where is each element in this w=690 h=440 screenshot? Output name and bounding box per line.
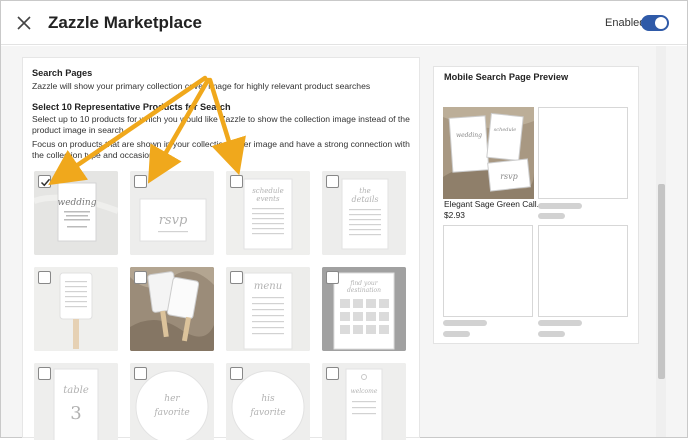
skeleton-line <box>443 331 470 337</box>
close-icon[interactable] <box>15 14 33 32</box>
enabled-toggle[interactable] <box>641 15 669 31</box>
skeleton-line <box>538 320 582 326</box>
skeleton-line <box>443 320 487 326</box>
svg-text:find your: find your <box>349 280 378 287</box>
svg-text:favorite: favorite <box>249 408 285 418</box>
svg-text:schedule: schedule <box>494 127 517 133</box>
product-checkbox[interactable] <box>134 271 147 284</box>
svg-text:rsvp: rsvp <box>500 172 518 181</box>
search-pages-heading: Search Pages <box>32 68 93 78</box>
skeleton-line <box>538 213 565 219</box>
svg-text:schedule: schedule <box>252 187 284 195</box>
preview-placeholder-card <box>443 225 533 317</box>
focus-note: Focus on products that are shown in your… <box>32 139 410 160</box>
svg-text:table: table <box>63 385 89 396</box>
svg-text:welcome: welcome <box>351 388 378 395</box>
dialog-header: Zazzle Marketplace Enabled <box>1 1 687 45</box>
product-checkbox[interactable] <box>134 175 147 188</box>
dialog-title: Zazzle Marketplace <box>48 13 203 32</box>
preview-product-price: $2.93 <box>444 210 465 220</box>
svg-text:wedding: wedding <box>456 132 482 139</box>
svg-text:rsvp: rsvp <box>159 213 188 228</box>
skeleton-line <box>538 203 582 209</box>
svg-text:favorite: favorite <box>153 408 189 418</box>
toggle-knob <box>655 17 667 29</box>
product-checkbox[interactable] <box>326 271 339 284</box>
product-checkbox[interactable] <box>230 175 243 188</box>
product-thumb-wedding[interactable]: wedding <box>34 171 118 255</box>
product-thumb-rsvp[interactable]: rsvp <box>130 171 214 255</box>
product-checkbox-checked[interactable] <box>38 175 51 188</box>
search-pages-description: Zazzle will show your primary collection… <box>32 81 371 91</box>
product-thumb-schedule[interactable]: schedule events <box>226 171 310 255</box>
product-thumb-menu[interactable]: menu <box>226 267 310 351</box>
preview-product-image: wedding schedule rsvp <box>443 107 534 199</box>
preview-placeholder-card <box>538 107 628 199</box>
svg-text:details: details <box>351 195 378 204</box>
product-thumb-seating[interactable]: find your destination <box>322 267 406 351</box>
product-checkbox[interactable] <box>230 367 243 380</box>
product-checkbox[interactable] <box>134 367 147 380</box>
skeleton-line <box>538 331 565 337</box>
select-products-description: Select up to 10 products for which you w… <box>32 114 410 135</box>
preview-product-name: Elegant Sage Green Call... <box>444 199 540 209</box>
product-thumb-her-favorite[interactable]: her favorite <box>130 363 214 440</box>
svg-text:the: the <box>359 187 370 195</box>
svg-text:events: events <box>256 195 280 203</box>
product-thumb-table-number[interactable]: table 3 <box>34 363 118 440</box>
preview-placeholder-card <box>538 225 628 317</box>
enabled-label: Enabled <box>605 17 646 29</box>
svg-text:her: her <box>164 394 180 404</box>
select-products-heading: Select 10 Representative Products for Se… <box>32 102 231 112</box>
svg-text:menu: menu <box>254 281 282 292</box>
scrollbar-thumb[interactable] <box>658 184 665 379</box>
svg-text:wedding: wedding <box>58 198 97 208</box>
product-checkbox[interactable] <box>326 367 339 380</box>
product-checkbox[interactable] <box>38 367 51 380</box>
product-thumb-welcome[interactable]: welcome <box>322 363 406 440</box>
mobile-preview-title: Mobile Search Page Preview <box>444 72 569 82</box>
product-thumb-program-fan[interactable] <box>34 267 118 351</box>
svg-text:his: his <box>261 394 275 404</box>
product-checkbox[interactable] <box>230 271 243 284</box>
svg-text:3: 3 <box>70 403 81 424</box>
product-checkbox[interactable] <box>326 175 339 188</box>
product-thumb-his-favorite[interactable]: his favorite <box>226 363 310 440</box>
product-thumb-details[interactable]: the details <box>322 171 406 255</box>
product-thumb-fan-fabric[interactable] <box>130 267 214 351</box>
product-checkbox[interactable] <box>38 271 51 284</box>
svg-text:destination: destination <box>347 287 381 294</box>
